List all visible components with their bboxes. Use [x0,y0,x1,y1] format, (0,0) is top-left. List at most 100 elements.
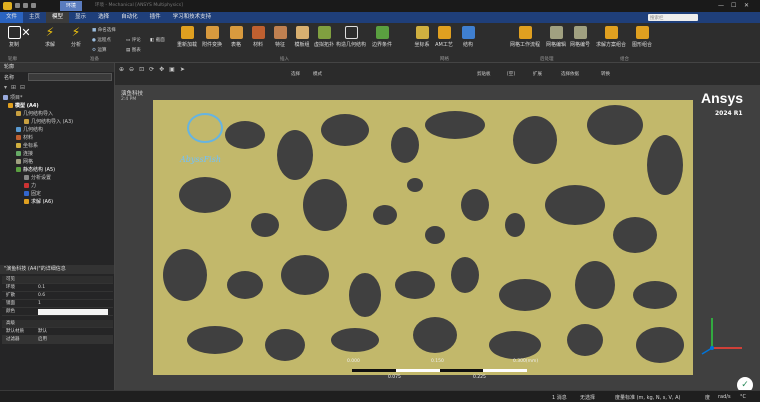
mesh-number-button[interactable]: 网格编号 [568,26,592,48]
details-row[interactable]: 扩散 0.6 [2,292,113,300]
reload-button[interactable]: 重新加载 [175,26,199,48]
fit-icon[interactable]: ⊡ [139,66,144,73]
details-row[interactable]: 颜色 [2,308,113,316]
context-tab[interactable]: 环境 [60,1,83,11]
material-button[interactable]: 材料 [246,26,270,48]
tab-display[interactable]: 显示 [69,12,92,23]
angle-status[interactable]: 度 [705,394,710,401]
virtual-topology-button[interactable]: 虚拟拓扑 [312,26,336,48]
analysis-button[interactable]: ⚡ 分析 [64,26,88,49]
extend-dropdown[interactable]: 扩展 [533,71,542,77]
template-button[interactable]: 模板组 [290,26,314,48]
help-icon[interactable]: ✓ [737,377,753,390]
comment-button[interactable]: ▭ 评论 [126,37,141,43]
window-controls[interactable]: — ☐ ✕ [718,2,758,10]
outline-toolbar[interactable]: ▾ ⊞ ⊟ [4,84,112,91]
box-zoom-icon[interactable]: ▣ [169,66,175,73]
coordinate-button[interactable]: 坐标系 [410,26,434,48]
tree-item-model[interactable]: 模型 (A4) [8,102,39,109]
tree-item-analysis-settings[interactable]: 分析设置 [24,174,51,181]
details-section[interactable]: 高级 [2,320,113,328]
tab-plugins[interactable]: 插件 [144,12,167,23]
attachment-button[interactable]: 附件变换 [200,26,224,48]
tab-file[interactable]: 文件 [0,12,24,23]
tab-automation[interactable]: 自动化 [115,12,144,23]
solution-combo-button[interactable]: 求解方案组合 [596,26,626,48]
tree-item-geometry-import[interactable]: 几何结构导入 [16,110,53,117]
feature-button[interactable]: 特征 [268,26,292,48]
mesh-edit-button[interactable]: 网格编辑 [544,26,568,48]
construction-geometry-button[interactable]: 构造几何结构 [336,26,366,48]
details-row[interactable]: 过滤器 启用 [2,336,113,344]
zoom-in-icon[interactable]: ⊕ [119,66,124,73]
tab-home[interactable]: 主页 [23,12,46,23]
mode-dropdown[interactable]: 模式 [313,71,322,77]
row-value[interactable]: 0.6 [38,292,45,300]
tree-item-solution[interactable]: 求解 (A6) [24,198,53,205]
details-section[interactable]: 可见 [2,276,113,284]
row-value[interactable]: 0.1 [38,284,45,292]
tree-item-project[interactable]: 项目* [3,94,23,101]
table-button[interactable]: 表格 [224,26,248,48]
graphics-viewport[interactable]: 演鱼科技 2:4 PM Ansys 2024 R1 AbyssFish 0.00… [115,85,760,390]
convert-dropdown[interactable]: 转换 [601,71,610,77]
analysis-label: 分析 [70,42,81,48]
tab-selection[interactable]: 选择 [92,12,115,23]
select-button[interactable]: 选择 [291,71,300,77]
maximize-icon[interactable]: ☐ [731,2,736,9]
tab-model[interactable]: 模型 [46,12,70,23]
tree-item-fixed[interactable]: 固定 [24,190,41,197]
minimize-icon[interactable]: — [718,2,724,9]
chart-button[interactable]: ▤ 图表 [126,47,141,53]
tree-item-static-structural[interactable]: 静态结构 (A5) [16,166,55,173]
structure-icon [461,26,475,39]
tree-item-force[interactable]: 力 [24,182,36,189]
outline-search-input[interactable] [28,73,112,81]
details-row[interactable]: 默认材质 默认 [2,328,113,336]
delete-button[interactable]: ✕ [18,26,34,41]
graph-combo-button[interactable]: 图形组合 [630,26,654,48]
tree-item-geometry-import-a3[interactable]: 几何结构导入 (A3) [24,118,73,125]
solve-button[interactable]: ⚡ 求解 [38,26,62,49]
am-process-button[interactable]: AM工艺 [432,26,456,48]
quick-access-toolbar[interactable] [15,3,55,9]
boundary-button[interactable]: 边界条件 [370,26,394,48]
view-tools[interactable]: ⊕ ⊖ ⊡ ⟳ ✥ ▣ ➤ [119,66,185,73]
tree-item-materials[interactable]: 材料 [16,134,33,141]
row-value[interactable]: 默认 [38,328,47,336]
section-button[interactable]: ◧ 截面 [150,37,165,43]
zoom-out-icon[interactable]: ⊖ [129,66,134,73]
tree-item-mesh[interactable]: 网格 [16,158,33,165]
tree-item-connections[interactable]: 连接 [16,150,33,157]
structure-button[interactable]: 结构 [456,26,480,48]
speed-status[interactable]: rad/s [718,394,731,400]
units-status[interactable]: 度量标准 (m, kg, N, s, V, A) [615,394,681,401]
operation-button[interactable]: ⚙ 运算 [92,47,106,53]
rotate-icon[interactable]: ⟳ [149,66,154,73]
temperature-status[interactable]: °C [740,394,746,400]
search-box[interactable]: 搜索栏 [648,14,698,21]
ansys-logo: Ansys [701,90,744,106]
chart-icon: ▤ [126,48,131,53]
am-process-icon [437,26,451,39]
messages-status[interactable]: 1 消息 [552,394,567,401]
clipboard-dropdown[interactable]: 剪贴板 [477,71,491,77]
select-cursor-icon[interactable]: ➤ [180,66,185,73]
color-swatch[interactable] [38,309,108,315]
named-selection-button[interactable]: ■ 命名选择 [92,27,116,33]
select-by-dropdown[interactable]: 选择依据 [561,71,579,77]
filter-icon[interactable]: ▾ [4,84,7,91]
tree-item-geometry[interactable]: 几何结构 [16,126,43,133]
details-row[interactable]: 环境 0.1 [2,284,113,292]
pan-icon[interactable]: ✥ [159,66,164,73]
tab-learning[interactable]: 学习和技术支持 [167,12,218,23]
remote-point-button[interactable]: ● 远程点 [92,37,111,43]
expand-icon[interactable]: ⊞ [11,84,16,91]
tree-item-coordinates[interactable]: 坐标系 [16,142,38,149]
collapse-icon[interactable]: ⊟ [20,84,25,91]
details-row[interactable]: 镜面 1 [2,300,113,308]
row-value[interactable]: 启用 [38,336,47,344]
close-icon[interactable]: ✕ [744,2,749,9]
mesh-workflow-button[interactable]: 网格工作流程 [510,26,540,48]
row-value[interactable]: 1 [38,300,41,308]
